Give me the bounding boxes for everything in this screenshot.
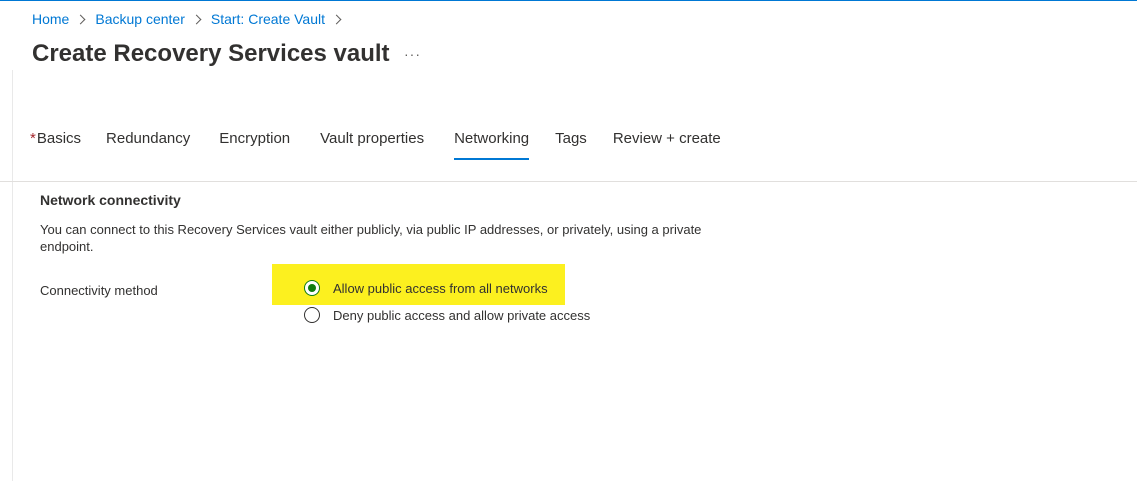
tab-review-create[interactable]: Review + create xyxy=(613,130,721,160)
breadcrumb-backup-center-link[interactable]: Backup center xyxy=(95,11,185,27)
chevron-right-icon xyxy=(75,14,86,24)
section-description: You can connect to this Recovery Service… xyxy=(40,222,702,254)
radio-label: Deny public access and allow private acc… xyxy=(333,307,591,323)
chevron-right-icon xyxy=(331,14,342,24)
tab-label: Encryption xyxy=(219,130,291,147)
tab-redundancy[interactable]: Redundancy xyxy=(106,130,190,160)
tab-networking[interactable]: Networking xyxy=(454,130,530,160)
tab-label: Redundancy xyxy=(106,130,191,147)
page-title: Create Recovery Services vault xyxy=(32,40,390,67)
radio-allow-public-access[interactable]: Allow public access from all networks xyxy=(304,280,548,296)
header-divider xyxy=(0,181,1137,182)
tab-encryption[interactable]: Encryption xyxy=(219,130,290,160)
tab-vault-properties[interactable]: Vault properties xyxy=(320,130,424,160)
tab-tags[interactable]: Tags xyxy=(555,130,587,160)
tab-label: Basics xyxy=(36,130,82,147)
breadcrumb-start-create-vault-link[interactable]: Start: Create Vault xyxy=(211,11,325,27)
tab-label: Review + create xyxy=(612,130,721,147)
active-tab-indicator xyxy=(454,158,530,160)
radio-deny-public-access[interactable]: Deny public access and allow private acc… xyxy=(304,307,590,323)
required-marker: * xyxy=(30,130,36,147)
breadcrumb: Home Backup center Start: Create Vault xyxy=(32,11,351,27)
more-options-button[interactable]: ··· xyxy=(404,46,421,62)
radio-label: Allow public access from all networks xyxy=(333,280,548,296)
tab-basics[interactable]: *Basics xyxy=(30,130,81,160)
radio-unselected-icon[interactable] xyxy=(304,307,320,323)
tab-label: Networking xyxy=(454,130,530,147)
tab-label: Vault properties xyxy=(320,130,425,147)
breadcrumb-home-link[interactable]: Home xyxy=(32,11,69,27)
tab-label: Tags xyxy=(555,130,587,147)
radio-selected-icon[interactable] xyxy=(304,280,320,296)
connectivity-method-label: Connectivity method xyxy=(40,283,158,298)
top-accent-line xyxy=(0,0,1137,1)
section-title: Network connectivity xyxy=(40,192,181,208)
tab-bar: *Basics Redundancy Encryption Vault prop… xyxy=(30,130,721,160)
left-divider xyxy=(12,70,13,481)
chevron-right-icon xyxy=(191,14,202,24)
